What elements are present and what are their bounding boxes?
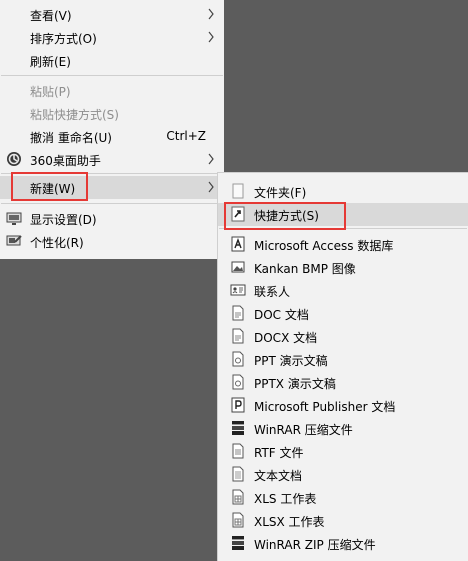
winrar-archive-icon	[232, 421, 244, 435]
text-file-icon	[232, 466, 244, 482]
submenu-item-publisher[interactable]: Microsoft Publisher 文档	[218, 394, 468, 417]
highlight-box-new	[11, 172, 88, 201]
submenu-item-pptx[interactable]: PPTX 演示文稿	[218, 371, 468, 394]
menu-item-label: RTF 文件	[254, 446, 304, 460]
menu-item-undo-rename[interactable]: 撤消 重命名(U) Ctrl+Z	[0, 125, 224, 148]
folder-icon	[232, 183, 244, 199]
menu-item-label: 刷新(E)	[30, 55, 71, 69]
menu-item-label: Kankan BMP 图像	[254, 262, 356, 276]
submenu-item-text-document[interactable]: 文本文档	[218, 463, 468, 486]
submenu-item-access-database[interactable]: Microsoft Access 数据库	[218, 233, 468, 256]
personalize-icon	[6, 235, 22, 246]
submenu-item-rtf[interactable]: RTF 文件	[218, 440, 468, 463]
submenu-item-bmp-image[interactable]: Kankan BMP 图像	[218, 256, 468, 279]
menu-item-label: PPTX 演示文稿	[254, 377, 336, 391]
document-icon	[232, 305, 244, 321]
menu-item-label: 显示设置(D)	[30, 213, 97, 227]
menu-item-label: XLS 工作表	[254, 492, 317, 506]
menu-item-label: Microsoft Publisher 文档	[254, 400, 396, 414]
document-icon	[232, 443, 244, 459]
menu-item-label: 排序方式(O)	[30, 32, 97, 46]
menu-item-label: 粘贴(P)	[30, 85, 71, 99]
submenu-item-xlsx[interactable]: XLSX 工作表	[218, 509, 468, 532]
menu-item-label: DOC 文档	[254, 308, 309, 322]
menu-item-label: PPT 演示文稿	[254, 354, 328, 368]
menu-item-360-desktop-assistant[interactable]: 360桌面助手	[0, 148, 224, 171]
menu-divider	[1, 75, 223, 76]
desktop-context-menu: 查看(V) 排序方式(O) 刷新(E) 粘贴(P) 粘贴快捷方式(S) 撤消 重…	[0, 0, 224, 259]
menu-item-label: 联系人	[254, 285, 291, 299]
menu-item-label: WinRAR ZIP 压缩文件	[254, 538, 376, 552]
menu-item-label: 撤消 重命名(U)	[30, 131, 112, 145]
menu-item-display-settings[interactable]: 显示设置(D)	[0, 207, 224, 230]
menu-item-label: 查看(V)	[30, 9, 72, 23]
menu-item-label: 文件夹(F)	[254, 186, 307, 200]
menu-item-label: XLSX 工作表	[254, 515, 325, 529]
access-database-icon	[231, 236, 245, 252]
submenu-item-docx[interactable]: DOCX 文档	[218, 325, 468, 348]
submenu-item-folder[interactable]: 文件夹(F)	[218, 180, 468, 203]
submenu-item-winrar-archive[interactable]: WinRAR 压缩文件	[218, 417, 468, 440]
menu-item-label: 文本文档	[254, 469, 303, 483]
menu-item-label: Microsoft Access 数据库	[254, 239, 394, 253]
submenu-item-winrar-zip[interactable]: WinRAR ZIP 压缩文件	[218, 532, 468, 555]
submenu-item-xls[interactable]: XLS 工作表	[218, 486, 468, 509]
contact-card-icon	[230, 284, 246, 296]
menu-item-paste-shortcut[interactable]: 粘贴快捷方式(S)	[0, 102, 224, 125]
menu-item-label: 粘贴快捷方式(S)	[30, 108, 119, 122]
presentation-icon	[232, 351, 244, 367]
publisher-icon	[231, 397, 245, 413]
spreadsheet-icon	[232, 489, 244, 505]
menu-item-paste[interactable]: 粘贴(P)	[0, 79, 224, 102]
chevron-right-icon	[208, 153, 214, 165]
submenu-item-ppt[interactable]: PPT 演示文稿	[218, 348, 468, 371]
document-icon	[232, 328, 244, 344]
submenu-item-doc[interactable]: DOC 文档	[218, 302, 468, 325]
chevron-right-icon	[208, 31, 214, 43]
submenu-item-contact[interactable]: 联系人	[218, 279, 468, 302]
menu-divider	[1, 203, 223, 204]
menu-item-refresh[interactable]: 刷新(E)	[0, 49, 224, 72]
menu-item-sort-by[interactable]: 排序方式(O)	[0, 26, 224, 49]
image-icon	[231, 261, 245, 273]
chevron-right-icon	[208, 8, 214, 20]
menu-item-shortcut: Ctrl+Z	[166, 129, 206, 143]
spreadsheet-icon	[232, 512, 244, 528]
monitor-icon	[6, 212, 22, 225]
new-submenu: 文件夹(F) 快捷方式(S) Microsoft Access 数据库 Kank…	[217, 172, 468, 561]
presentation-icon	[232, 374, 244, 390]
chevron-right-icon	[208, 181, 214, 193]
360-logo-icon	[7, 152, 21, 166]
menu-item-label: 个性化(R)	[30, 236, 84, 250]
menu-item-label: WinRAR 压缩文件	[254, 423, 353, 437]
menu-item-personalize[interactable]: 个性化(R)	[0, 230, 224, 253]
menu-item-label: DOCX 文档	[254, 331, 318, 345]
menu-item-label: 360桌面助手	[30, 154, 101, 168]
winrar-zip-icon	[232, 536, 244, 550]
highlight-box-shortcut	[224, 202, 346, 230]
menu-item-view[interactable]: 查看(V)	[0, 3, 224, 26]
